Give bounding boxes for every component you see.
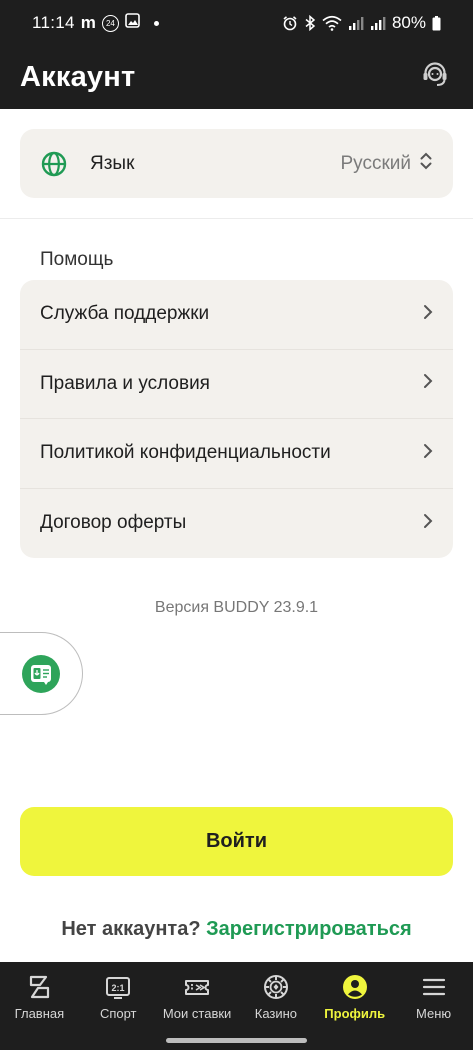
chevron-right-icon [423,513,433,534]
nav-label: Казино [254,1006,298,1021]
nav-label: Меню [415,1006,452,1021]
globe-icon [40,150,68,178]
chevron-right-icon [423,373,433,394]
unfold-icon [419,151,433,177]
status-time: 11:14 [32,13,75,32]
help-section-title: Помощь [40,249,114,270]
help-item-privacy[interactable]: Политикой конфиденциальности [20,419,453,489]
divider [0,218,473,219]
no-account-text: Нет аккаунта? [61,918,201,940]
menu-icon [420,973,448,1006]
bluetooth-icon [304,15,316,31]
battery-icon [432,15,441,31]
language-current: Русский [340,152,412,174]
register-link[interactable]: Зарегистрироваться [206,918,412,940]
battery-percent: 80% [391,13,426,32]
signal-2-icon [370,15,386,31]
help-item-label: Договор оферты [40,512,187,534]
nav-item-my-bets[interactable]: Мои ставки [158,962,237,1050]
help-item-label: Политикой конфиденциальности [40,442,331,464]
nav-item-profile[interactable]: Профиль [315,962,394,1050]
alarm-icon [282,15,298,31]
chevron-right-icon [423,304,433,325]
ticket-icon [183,973,211,1006]
page-title: Аккаунт [20,61,136,93]
nav-label: Профиль [324,1006,386,1021]
app-version: Версия BUDDY 23.9.1 [154,599,319,616]
scoreboard-icon: 2:1 [104,973,132,1006]
profile-icon [341,973,369,1006]
more-notifications-dot [153,20,159,26]
nav-label: Спорт [99,1006,137,1021]
home-gesture-bar[interactable] [166,1038,307,1043]
clock-24-icon: 24 [101,14,119,32]
nav-item-home[interactable]: Главная [0,962,79,1050]
support-button[interactable] [417,60,453,96]
voice-input-floating-button[interactable] [0,632,83,715]
bottom-navigation: Главная 2:1 Спорт Мои ставки Казино Проф… [0,962,473,1050]
casino-chip-icon [262,973,290,1006]
nav-item-sport[interactable]: 2:1 Спорт [79,962,158,1050]
svg-text:2:1: 2:1 [112,983,125,993]
signal-1-icon [348,15,364,31]
language-value: Русский [341,151,434,177]
help-item-terms[interactable]: Правила и условия [20,350,453,419]
home-icon [25,973,53,1006]
headset-icon [421,61,449,94]
wifi-icon [322,15,342,31]
help-item-support[interactable]: Служба поддержки [20,280,453,350]
nav-item-menu[interactable]: Меню [394,962,473,1050]
app-header: Аккаунт [0,46,473,109]
help-item-offer[interactable]: Договор оферты [20,489,453,559]
help-list: Служба поддержки Правила и условия Полит… [20,280,453,558]
chevron-right-icon [423,443,433,464]
language-selector[interactable]: Язык Русский [20,129,453,198]
language-label: Язык [90,152,135,174]
nav-label: Мои ставки [162,1006,232,1021]
m-notification-icon: m [80,13,96,32]
nav-item-casino[interactable]: Казино [236,962,315,1050]
status-bar: 11:14 m 24 80% [0,0,473,46]
gallery-notification-icon [125,13,140,33]
help-item-label: Служба поддержки [40,303,210,325]
voice-input-icon [21,654,60,693]
login-button[interactable]: Войти [20,807,453,876]
register-prompt: Нет аккаунта? Зарегистрироваться [0,918,473,941]
nav-label: Главная [14,1006,65,1021]
help-item-label: Правила и условия [40,372,210,394]
